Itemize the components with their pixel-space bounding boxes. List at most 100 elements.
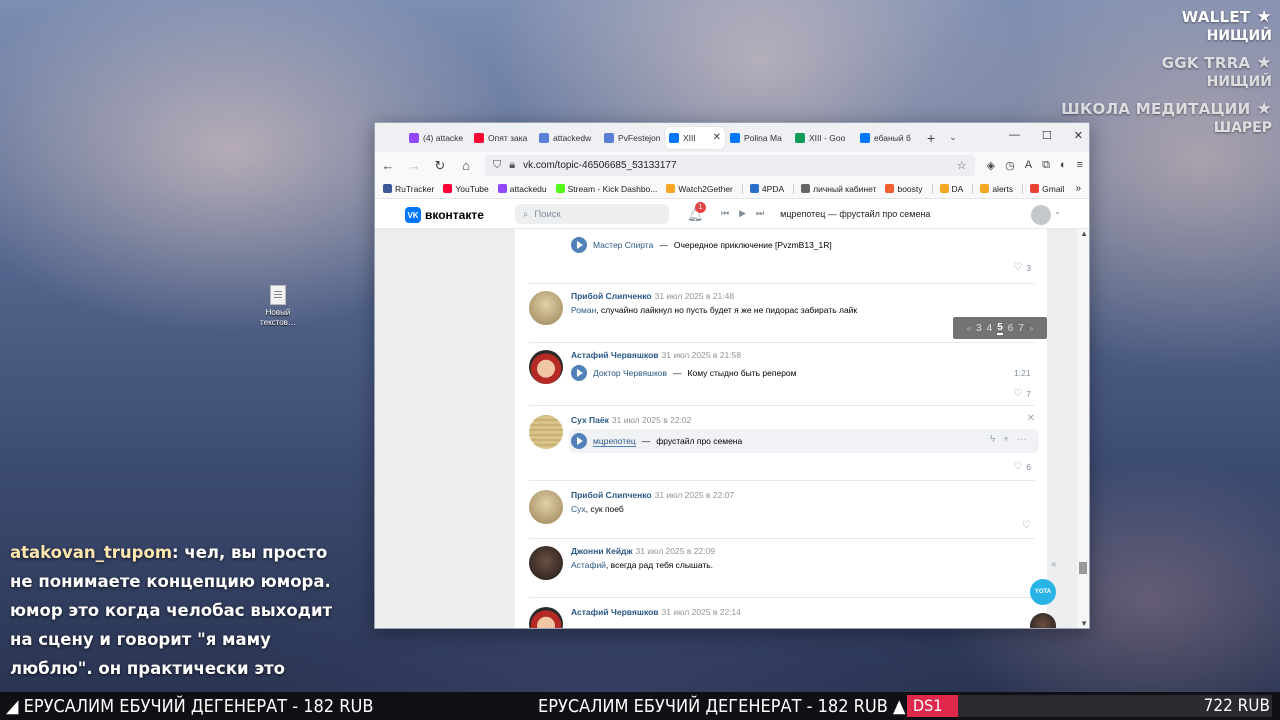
audio-title[interactable]: фрустайл про семена [656,436,742,446]
audio-title[interactable]: Кому стыдно быть репером [688,368,797,378]
author-name[interactable]: Джонни Кейдж [571,546,632,556]
chat-avatar-yota[interactable]: YOTA [1030,579,1056,605]
close-window-icon[interactable]: ✕ [1074,129,1083,142]
user-avatar[interactable] [1031,205,1051,225]
more-bookmarks-icon[interactable]: » [1075,183,1081,194]
audio-row[interactable]: Доктор Червяшков — Кому стыдно быть репе… [571,365,1031,381]
comment-date[interactable]: 31 июл 2025 в 22:02 [612,415,692,425]
next-page-icon[interactable]: » [1029,324,1033,333]
avatar[interactable] [529,415,563,449]
delete-comment-icon[interactable]: ✕ [1027,413,1035,424]
tab-active[interactable]: XIII ✕ [665,126,725,149]
like-button[interactable]: ♡ [1022,520,1031,531]
next-track-icon[interactable]: ⏭ [756,208,764,219]
scroll-down-icon[interactable]: ▼ [1080,619,1088,628]
comment-author[interactable]: Джонни Кейдж 31 июл 2025 в 22:09 [571,546,715,556]
avatar[interactable] [529,546,563,580]
lightning-icon[interactable]: ϟ [990,434,995,445]
extensions-icon[interactable]: ⧉ [1042,159,1050,172]
scrollbar[interactable]: ▲ ▼ [1077,229,1089,628]
page-number[interactable]: 3 [976,323,982,334]
new-tab-button[interactable]: + [927,130,935,146]
menu-icon[interactable]: ≡ [1077,159,1083,172]
bookmark[interactable]: Stream - Kick Dashbo... [555,184,657,194]
comment-date[interactable]: 31 июл 2025 в 21:48 [655,291,735,301]
bookmark[interactable]: Watch2Gether [666,184,733,194]
comment-date[interactable]: 31 июл 2025 в 22:09 [635,546,715,556]
avatar[interactable] [529,490,563,524]
avatar[interactable] [529,291,563,325]
pocket-icon[interactable]: ◈ [987,159,995,172]
now-playing-title[interactable]: мцрепотец — фрустайл про семена [780,209,930,219]
minimize-icon[interactable]: — [1009,129,1020,142]
like-button[interactable]: ♡ 6 [1013,461,1031,472]
author-name[interactable]: Астафий Червяшков [571,350,659,360]
tab[interactable]: Опят зака [470,127,534,149]
scroll-thumb[interactable] [1079,562,1087,574]
prev-page-icon[interactable]: « [967,324,971,333]
avatar[interactable] [529,350,563,384]
address-bar[interactable]: ⛉ 🔒︎ vk.com/topic-46506685_53133177 ☆ [485,155,975,176]
comment-author[interactable]: Прибой Слипченко 31 июл 2025 в 21:48 [571,291,734,301]
url-text[interactable]: vk.com/topic-46506685_53133177 [523,160,949,171]
tab[interactable]: Polina Ma [726,127,790,149]
chevron-down-icon[interactable]: ⌄ [1054,207,1061,216]
tab[interactable]: XIII - Goo [791,127,855,149]
audio-row[interactable]: Мастер Спирта — Очередное приключение [P… [571,237,832,253]
vk-logo[interactable]: VK вконтакте [405,207,484,223]
page-number-current[interactable]: 5 [997,322,1003,335]
bookmark[interactable]: boosty [885,184,923,194]
author-name[interactable]: Астафий Червяшков [571,607,659,617]
bookmark[interactable]: 4PDA [741,183,784,194]
close-tab-icon[interactable]: ✕ [713,132,721,143]
tab[interactable]: (4) attacke [405,127,469,149]
comment-author[interactable]: Астафий Червяшков 31 июл 2025 в 21:58 [571,350,741,360]
bookmark[interactable]: attackedu [497,184,547,194]
play-icon[interactable] [571,237,587,253]
scroll-up-icon[interactable]: ▲ [1080,229,1088,238]
forward-arrow-icon[interactable]: → [407,158,421,173]
chat-avatar[interactable] [1030,613,1056,628]
avatar[interactable] [529,607,563,628]
lock-icon[interactable]: 🔒︎ [509,159,515,172]
add-icon[interactable]: + [1003,434,1009,445]
bookmark[interactable]: RuTracker [383,184,434,194]
comment-date[interactable]: 31 июл 2025 в 22:07 [655,490,735,500]
play-icon[interactable] [571,433,587,449]
bookmark-star-icon[interactable]: ☆ [957,159,967,172]
audio-artist[interactable]: Доктор Червяшков [593,368,667,378]
page-number[interactable]: 4 [987,323,993,334]
comment-date[interactable]: 31 июл 2025 в 21:58 [662,350,742,360]
comment-author[interactable]: Прибой Слипченко 31 июл 2025 в 22:07 [571,490,734,500]
shield-icon[interactable]: ⛉ [493,159,501,172]
audio-artist[interactable]: Мастер Спирта [593,240,653,250]
mention-link[interactable]: Астафий [571,560,606,570]
audio-title[interactable]: Очередное приключение [PvzmB13_1R] [674,240,832,250]
comment-date[interactable]: 31 июл 2025 в 22:14 [662,607,742,617]
translate-icon[interactable]: A [1025,159,1032,172]
play-icon[interactable]: ▶ [739,208,746,219]
prev-track-icon[interactable]: ⏮ [721,208,729,219]
back-arrow-icon[interactable]: ← [381,158,395,173]
bookmark[interactable]: YouTube [443,184,489,194]
collapse-chats-icon[interactable]: « [1051,559,1057,570]
tab[interactable]: ебаный б [856,127,920,149]
author-name[interactable]: Прибой Слипченко [571,490,652,500]
bookmark[interactable]: alerts [972,183,1013,194]
play-icon[interactable] [571,365,587,381]
comment-author[interactable]: Сух Паёк 31 июл 2025 в 22:02 [571,415,691,425]
audio-artist[interactable]: мцрепотец [593,436,636,447]
page-number[interactable]: 7 [1018,323,1024,334]
author-name[interactable]: Сух Паёк [571,415,609,425]
tab-list-chevron-icon[interactable]: ⌄ [949,132,957,143]
maximize-icon[interactable]: ☐ [1042,129,1052,142]
tab[interactable]: PvFestejon [600,127,664,149]
mention-link[interactable]: Сух [571,504,586,514]
audio-row-hovered[interactable]: мцрепотец — фрустайл про семена ϟ + ··· [569,429,1039,453]
mention-link[interactable]: Роман [571,305,596,315]
home-icon[interactable]: ⌂ [459,158,473,173]
bookmark[interactable]: Gmail [1022,183,1064,194]
vk-search-input[interactable]: ⌕ Поиск [515,204,669,224]
tab[interactable]: attackedw [535,127,599,149]
author-name[interactable]: Прибой Слипченко [571,291,652,301]
